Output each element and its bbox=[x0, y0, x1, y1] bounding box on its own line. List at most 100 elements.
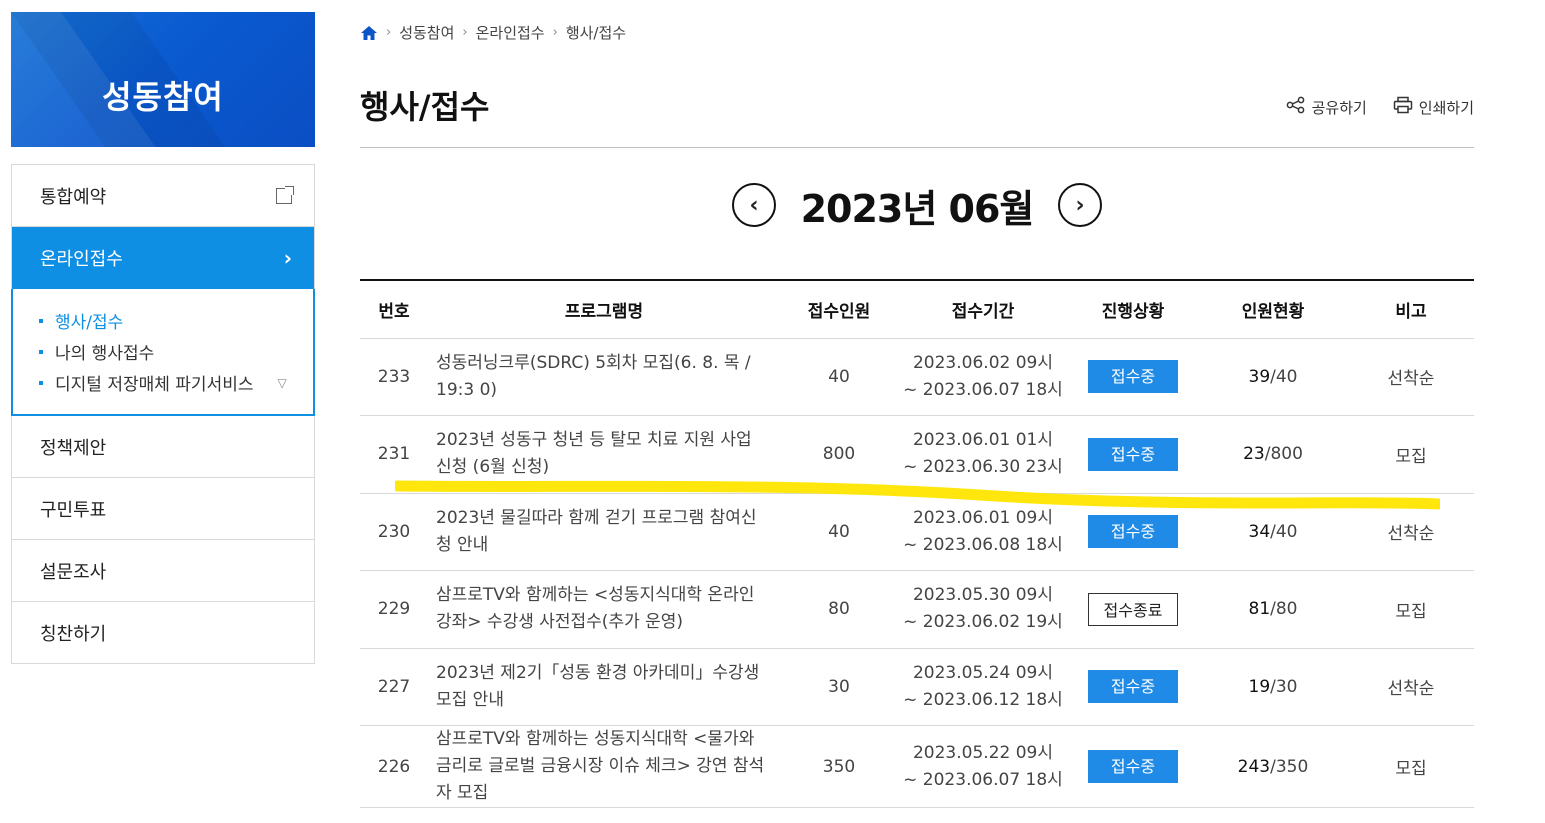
note-value: 모집 bbox=[1348, 570, 1474, 649]
table-row[interactable]: 231 2023년 성동구 청년 등 탈모 치료 지원 사업 신청 (6월 신청)… bbox=[360, 415, 1474, 494]
period-start: 2023.05.22 09시 bbox=[912, 742, 1053, 763]
sidebar-item-label: 구민투표 bbox=[40, 499, 107, 521]
table-row[interactable]: 230 2023년 물길따라 함께 걷기 프로그램 참여신청 안내 40 2023.0… bbox=[360, 493, 1474, 571]
total-count: /350 bbox=[1270, 756, 1309, 777]
sidebar-subitem-label: 행사/접수 bbox=[55, 313, 124, 333]
status-badge[interactable]: 접수중 bbox=[1088, 750, 1178, 783]
home-icon[interactable] bbox=[360, 24, 378, 42]
status-badge[interactable]: 접수중 bbox=[1088, 670, 1178, 704]
table-row[interactable]: 229 삼프로TV와 함께하는 <성동지식대학 온라인 강좌> 수강생 사전접수(… bbox=[360, 570, 1474, 649]
capacity-value: 80 bbox=[780, 570, 898, 649]
page-tools: 공유하기 인쇄하기 bbox=[1286, 96, 1474, 118]
bullet-icon bbox=[39, 318, 43, 323]
chevron-right-icon: › bbox=[283, 246, 292, 270]
total-count: /40 bbox=[1270, 521, 1298, 542]
sidebar-item-integrated-reservation[interactable]: 통합예약 bbox=[12, 165, 314, 227]
sidebar-subitem-label: 나의 행사접수 bbox=[55, 344, 155, 364]
status-badge[interactable]: 접수종료 bbox=[1088, 592, 1178, 626]
share-label: 공유하기 bbox=[1311, 98, 1367, 117]
period-start: 2023.06.02 09시 bbox=[912, 352, 1053, 373]
breadcrumb-current[interactable]: 행사/접수 bbox=[566, 22, 626, 43]
applied-count: 39 bbox=[1248, 366, 1271, 387]
application-period: 2023.05.30 09시 ~ 2023.06.02 19시 bbox=[898, 570, 1068, 649]
sidebar-subitem-digital-disposal[interactable]: 디지털 저장매체 파기서비스 ▽ bbox=[39, 367, 313, 398]
sidebar-item-policy-proposal[interactable]: 정책제안 bbox=[12, 416, 314, 478]
breadcrumb-separator-icon: › bbox=[462, 25, 468, 40]
program-title-link[interactable]: 2023년 물길따라 함께 걷기 프로그램 참여신청 안내 bbox=[428, 493, 780, 571]
applied-count: 81 bbox=[1248, 599, 1271, 620]
column-header: 프로그램명 bbox=[428, 281, 780, 339]
table-row[interactable]: 227 2023년 제2기「성동 환경 아카데미」수강생 모집 안내 30 2023.… bbox=[360, 648, 1474, 726]
triangle-down-icon[interactable]: ▽ bbox=[278, 376, 287, 390]
row-number: 233 bbox=[360, 338, 428, 416]
total-count: /80 bbox=[1270, 599, 1298, 620]
bullet-icon bbox=[39, 349, 43, 354]
sidebar-subitem-my-applications[interactable]: 나의 행사접수 bbox=[39, 336, 313, 367]
sidebar-item-label: 통합예약 bbox=[40, 186, 107, 208]
sidebar-submenu: 행사/접수 나의 행사접수 디지털 저장매체 파기서비스 ▽ bbox=[11, 289, 315, 416]
table-row[interactable]: 233 성동러닝크루(SDRC) 5회차 모집(6. 8. 목 / 19:3 0)… bbox=[360, 338, 1474, 416]
sidebar-item-survey[interactable]: 설문조사 bbox=[12, 540, 314, 602]
note-value: 선착순 bbox=[1348, 493, 1474, 571]
row-number: 227 bbox=[360, 648, 428, 726]
print-button[interactable]: 인쇄하기 bbox=[1393, 96, 1474, 118]
breadcrumb-link[interactable]: 온라인접수 bbox=[476, 22, 545, 43]
application-period: 2023.05.24 09시 ~ 2023.06.12 18시 bbox=[898, 648, 1068, 726]
row-number: 229 bbox=[360, 570, 428, 649]
application-period: 2023.06.02 09시 ~ 2023.06.07 18시 bbox=[898, 338, 1068, 416]
next-month-button[interactable]: › bbox=[1057, 183, 1102, 227]
period-end: ~ 2023.06.30 23시 bbox=[903, 457, 1063, 478]
applicant-count: 243/350 bbox=[1198, 725, 1348, 808]
row-number: 231 bbox=[360, 415, 428, 494]
external-link-icon bbox=[276, 185, 294, 204]
column-header: 진행상황 bbox=[1068, 281, 1198, 339]
status-badge[interactable]: 접수중 bbox=[1088, 360, 1178, 394]
application-period: 2023.06.01 01시 ~ 2023.06.30 23시 bbox=[898, 415, 1068, 494]
breadcrumb-link[interactable]: 성동참여 bbox=[399, 22, 454, 43]
sidebar-subitem-events[interactable]: 행사/접수 bbox=[39, 305, 313, 336]
sidebar-item-online-application[interactable]: 온라인접수 › bbox=[12, 227, 314, 289]
period-end: ~ 2023.06.02 19시 bbox=[903, 612, 1063, 633]
capacity-value: 40 bbox=[780, 338, 898, 416]
status-cell: 접수종료 bbox=[1068, 570, 1198, 649]
column-header: 비고 bbox=[1348, 281, 1474, 339]
applied-count: 34 bbox=[1248, 521, 1271, 542]
status-badge[interactable]: 접수중 bbox=[1088, 515, 1178, 549]
program-title-link[interactable]: 삼프로TV와 함께하는 <성동지식대학 온라인 강좌> 수강생 사전접수(추가 … bbox=[428, 570, 780, 649]
period-start: 2023.05.30 09시 bbox=[912, 585, 1053, 606]
sidebar-item-resident-vote[interactable]: 구민투표 bbox=[12, 478, 314, 540]
period-start: 2023.06.01 01시 bbox=[912, 430, 1053, 451]
program-title-link[interactable]: 삼프로TV와 함께하는 성동지식대학 <물가와 금리로 글로벌 금융시장 이슈 … bbox=[428, 725, 780, 808]
share-button[interactable]: 공유하기 bbox=[1286, 96, 1367, 118]
prev-month-button[interactable]: ‹ bbox=[732, 183, 776, 227]
chevron-right-icon: › bbox=[1075, 192, 1085, 218]
note-value: 선착순 bbox=[1348, 648, 1474, 726]
sidebar-item-label: 온라인접수 bbox=[40, 249, 123, 270]
total-count: /800 bbox=[1264, 444, 1303, 465]
applicant-count: 39/40 bbox=[1198, 338, 1348, 416]
column-header: 인원현황 bbox=[1198, 281, 1348, 339]
chevron-left-icon: ‹ bbox=[749, 192, 759, 218]
page-title: 행사/접수 bbox=[360, 88, 490, 126]
total-count: /30 bbox=[1270, 676, 1298, 697]
bullet-icon bbox=[39, 380, 43, 385]
title-divider bbox=[360, 147, 1474, 148]
application-period: 2023.06.01 09시 ~ 2023.06.08 18시 bbox=[898, 493, 1068, 571]
breadcrumb: › 성동참여 › 온라인접수 › 행사/접수 bbox=[360, 22, 626, 43]
program-title-link[interactable]: 성동러닝크루(SDRC) 5회차 모집(6. 8. 목 / 19:3 0) bbox=[428, 338, 780, 416]
status-cell: 접수중 bbox=[1068, 725, 1198, 808]
sidebar-item-label: 정책제안 bbox=[40, 437, 107, 459]
sidebar-subitem-label: 디지털 저장매체 파기서비스 bbox=[55, 375, 254, 395]
events-table: 번호 프로그램명 접수인원 접수기간 진행상황 인원현황 비고 233 성동러닝크… bbox=[360, 279, 1474, 808]
sidebar-item-label: 칭찬하기 bbox=[40, 623, 107, 645]
applicant-count: 23/800 bbox=[1198, 415, 1348, 494]
application-period: 2023.05.22 09시 ~ 2023.06.07 18시 bbox=[898, 725, 1068, 808]
program-title-link[interactable]: 2023년 제2기「성동 환경 아카데미」수강생 모집 안내 bbox=[428, 648, 780, 726]
table-row[interactable]: 226 삼프로TV와 함께하는 성동지식대학 <물가와 금리로 글로벌 금융시장 … bbox=[360, 725, 1474, 808]
sidebar-item-compliment[interactable]: 칭찬하기 bbox=[12, 602, 314, 664]
note-value: 모집 bbox=[1348, 415, 1474, 494]
program-title-link[interactable]: 2023년 성동구 청년 등 탈모 치료 지원 사업 신청 (6월 신청) bbox=[428, 415, 780, 494]
month-navigator: ‹ 2023년 06월 › bbox=[732, 182, 1102, 231]
status-badge[interactable]: 접수중 bbox=[1088, 437, 1178, 471]
print-label: 인쇄하기 bbox=[1418, 98, 1474, 117]
